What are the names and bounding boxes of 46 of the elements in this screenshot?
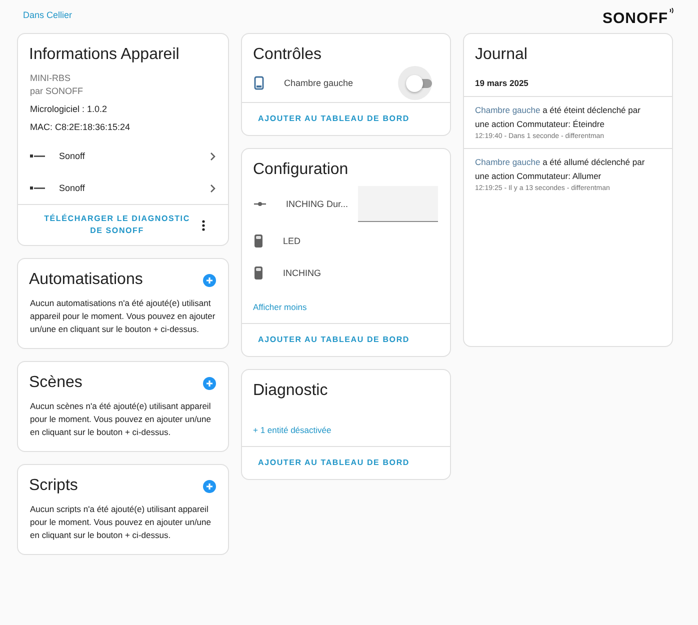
entity-name[interactable]: INCHING Dur... bbox=[286, 199, 348, 209]
card-title: Scripts bbox=[29, 477, 78, 495]
more-options-icon[interactable] bbox=[202, 220, 205, 230]
entity-name[interactable]: INCHING bbox=[283, 268, 321, 278]
chevron-icon bbox=[210, 152, 216, 160]
card-title: Diagnostic bbox=[253, 382, 328, 400]
entity-link[interactable]: Chambre gauche bbox=[475, 157, 540, 167]
add-icon[interactable] bbox=[203, 274, 216, 286]
show-less-link[interactable]: Afficher moins bbox=[253, 302, 307, 312]
add-to-dashboard-button[interactable]: AJOUTER AU TABLEAU DE BORD bbox=[254, 332, 414, 348]
log-entry-text: Chambre gauche a été éteint déclenché par une action Commutateur: Éteindre bbox=[475, 104, 642, 131]
card-title: Informations Appareil bbox=[29, 46, 180, 64]
add-to-dashboard-button[interactable]: AJOUTER AU TABLEAU DE BORD bbox=[254, 111, 414, 127]
empty-message: Aucun scripts n'a été ajouté(e) utilisant appareil pour le moment. Vous pouvez en ajouter un/une en cliquant sur le bouton + ci-dessus. bbox=[29, 503, 212, 542]
entity-name[interactable]: LED bbox=[283, 236, 301, 246]
card-title: Journal bbox=[475, 46, 528, 64]
phone-icon bbox=[254, 76, 264, 90]
empty-message: Aucun scènes n'a été ajouté(e) utilisant appareil pour le moment. Vous pouvez en ajouter un/une en cliquant sur le bouton + ci-dessus. bbox=[29, 400, 212, 439]
mac-text: MAC: C8:2E:18:36:15:24 bbox=[29, 121, 132, 134]
brand-logo: SONOFF bbox=[602, 10, 675, 27]
add-to-dashboard-button[interactable]: AJOUTER AU TABLEAU DE BORD bbox=[254, 455, 414, 471]
area-link[interactable]: Dans Cellier bbox=[17, 10, 72, 20]
entity-link[interactable]: Chambre gauche bbox=[475, 105, 540, 115]
card-title: Contrôles bbox=[253, 46, 322, 64]
add-icon[interactable] bbox=[203, 376, 216, 390]
card-title: Configuration bbox=[253, 161, 348, 179]
model-text: MINI-RBS bbox=[29, 72, 72, 85]
card-title: Scènes bbox=[29, 374, 82, 392]
add-icon[interactable] bbox=[203, 480, 216, 492]
number-input-field[interactable] bbox=[358, 186, 438, 222]
log-entry-text: Chambre gauche a été allumé déclenché par une action Commutateur: Allumer bbox=[475, 156, 646, 183]
download-diagnostics-button[interactable]: TÉLÉCHARGER LE DIAGNOSTIC DE SONOFF bbox=[36, 211, 198, 239]
entity-name[interactable]: Chambre gauche bbox=[284, 78, 354, 88]
chevron-icon bbox=[210, 184, 216, 192]
switch-icon bbox=[254, 266, 263, 280]
empty-message: Aucun automatisations n'a été ajouté(e) utilisant appareil pour le moment. Vous pouvez en ajouter un/une en cliquant sur le bouton + ci-dessus. bbox=[29, 297, 216, 336]
card-title: Automatisations bbox=[29, 271, 143, 289]
date-heading: 19 mars 2025 bbox=[474, 77, 530, 90]
switch-icon bbox=[254, 234, 263, 248]
integration-item[interactable]: Sonoff bbox=[18, 172, 228, 204]
slider-icon bbox=[254, 201, 266, 207]
integration-item[interactable]: Sonoff bbox=[18, 140, 228, 172]
brand-logo-icon bbox=[30, 154, 45, 158]
firmware-text: Micrologiciel : 1.0.2 bbox=[29, 103, 108, 116]
brand-logo-icon bbox=[30, 186, 45, 190]
manufacturer-text: par SONOFF bbox=[29, 85, 84, 98]
